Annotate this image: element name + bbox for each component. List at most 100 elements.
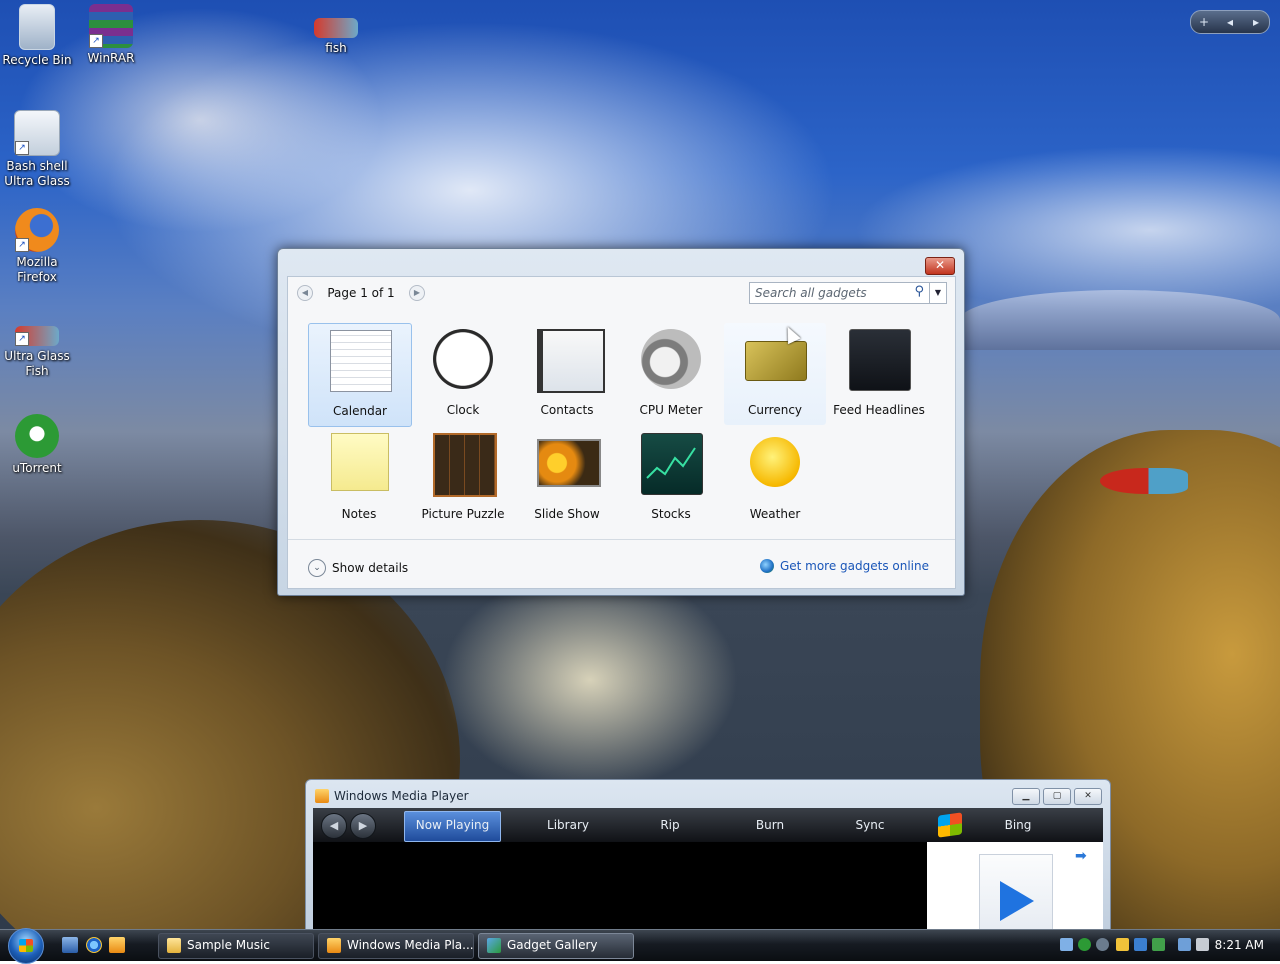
wallpaper-mountains (960, 290, 1280, 350)
tray-app-icon[interactable] (1134, 938, 1147, 951)
volume-muted-icon[interactable] (1196, 938, 1209, 951)
windows-flag-icon (938, 812, 962, 838)
start-button[interactable] (8, 928, 44, 964)
search-icon[interactable]: ⚲ (914, 284, 924, 299)
desktop-icon-label: Ultra Glass Fish (4, 349, 70, 378)
picture-puzzle-icon (433, 433, 497, 497)
gadget-name: Contacts (540, 403, 594, 417)
back-button[interactable]: ◀ (321, 813, 347, 839)
gadget-tile-calendar[interactable]: Calendar (308, 323, 412, 427)
tray-device-icon[interactable] (1060, 938, 1073, 951)
gadget-name: Stocks (651, 507, 691, 521)
close-button[interactable]: ✕ (925, 257, 955, 275)
show-desktop-icon[interactable] (62, 937, 78, 953)
pager: ◀ Page 1 of 1 ▶ (297, 282, 425, 304)
desktop-icon-firefox[interactable]: ↗ Mozilla Firefox (0, 208, 74, 285)
chevron-down-icon: ⌄ (308, 559, 326, 577)
desktop-icon-utorrent[interactable]: uTorrent (0, 414, 74, 476)
gadget-tile-weather[interactable]: Weather (724, 427, 826, 529)
notes-icon (331, 433, 389, 491)
tab-now-playing[interactable]: Now Playing (404, 811, 501, 842)
desktop-icon-recycle-bin[interactable]: Recycle Bin (0, 4, 74, 68)
footer-divider (288, 539, 955, 540)
media-player-quicklaunch-icon[interactable] (109, 937, 125, 953)
search-placeholder: Search all gadgets (755, 286, 867, 300)
tab-rip[interactable]: Rip (625, 808, 715, 842)
desktop-icon-fish[interactable]: fish (299, 4, 373, 56)
add-gadget-button[interactable]: + (1191, 15, 1217, 29)
utorrent-tray-icon[interactable] (1078, 938, 1091, 951)
play-icon (1000, 881, 1034, 921)
currency-icon (745, 341, 807, 381)
tab-library[interactable]: Library (518, 808, 618, 842)
gadget-name: Slide Show (534, 507, 600, 521)
gadget-tile-feed-headlines[interactable]: Feed Headlines (828, 323, 930, 425)
media-player-tab-bar: ◀ ▶ Now Playing Library Rip Burn Sync Bi… (313, 808, 1103, 842)
taskbar-item-label: Windows Media Pla... (347, 938, 474, 952)
forward-button[interactable]: ▶ (350, 813, 376, 839)
gadget-tile-contacts[interactable]: Contacts (516, 323, 618, 425)
search-input[interactable]: Search all gadgets ⚲ ▼ (749, 282, 947, 304)
video-area[interactable] (313, 842, 927, 940)
search-dropdown-button[interactable]: ▼ (929, 283, 946, 303)
tab-sync[interactable]: Sync (825, 808, 915, 842)
utorrent-icon (15, 414, 59, 458)
gadget-tile-picture-puzzle[interactable]: Picture Puzzle (412, 427, 514, 529)
media-player-icon (327, 938, 341, 953)
clock[interactable]: 8:21 AM (1215, 930, 1264, 961)
clock-icon (433, 329, 493, 389)
tab-bing[interactable]: Bing (973, 808, 1063, 842)
gadget-name: Notes (341, 507, 377, 521)
firefox-icon: ↗ (15, 208, 59, 252)
taskbar-item-label: Gadget Gallery (507, 938, 598, 952)
gadget-tile-notes[interactable]: Notes (308, 427, 410, 529)
gadget-tile-cpu-meter[interactable]: CPU Meter (620, 323, 722, 425)
shortcut-arrow-icon: ↗ (89, 34, 103, 48)
security-shield-icon[interactable] (1116, 938, 1129, 951)
windows-flag-icon (19, 939, 33, 952)
gadget-tile-stocks[interactable]: Stocks (620, 427, 722, 529)
gadget-name: CPU Meter (639, 403, 703, 417)
tab-burn[interactable]: Burn (725, 808, 815, 842)
media-player-side-panel: ➡ (927, 842, 1103, 940)
weather-sun-icon (750, 437, 800, 487)
play-button[interactable] (979, 854, 1053, 936)
taskbar-item-label: Sample Music (187, 938, 270, 952)
tray-app-icon[interactable] (1096, 938, 1109, 951)
stocks-line-icon (646, 447, 696, 479)
system-tray: 8:21 AM (1054, 930, 1280, 961)
gadget-tile-slide-show[interactable]: Slide Show (516, 427, 618, 529)
gadget-tile-clock[interactable]: Clock (412, 323, 514, 425)
slide-show-icon (537, 439, 601, 487)
tray-app-icon[interactable] (1152, 938, 1165, 951)
maximize-button[interactable]: ▢ (1043, 788, 1071, 805)
fish-desktop-gadget[interactable] (1100, 468, 1188, 494)
window-title: Windows Media Player (334, 789, 469, 803)
taskbar-item-media-player[interactable]: Windows Media Pla... (318, 933, 474, 959)
show-details-button[interactable]: ⌄ Show details (308, 559, 408, 577)
media-player-app-icon (315, 789, 329, 803)
next-page-button[interactable]: ▶ (409, 285, 425, 301)
previous-page-button[interactable]: ◀ (297, 285, 313, 301)
desktop-icon-bash-shell[interactable]: ↗ Bash shell Ultra Glass (0, 110, 74, 189)
network-icon[interactable] (1178, 938, 1191, 951)
previous-gadget-button[interactable]: ◂ (1217, 15, 1243, 29)
media-player-window: Windows Media Player ▁ ▢ ✕ ◀ ▶ Now Playi… (305, 779, 1111, 941)
desktop-icon-ultra-glass-fish[interactable]: ↗ Ultra Glass Fish (0, 312, 74, 379)
minimize-button[interactable]: ▁ (1012, 788, 1040, 805)
taskbar-item-sample-music[interactable]: Sample Music (158, 933, 314, 959)
gadget-tile-currency[interactable]: Currency (724, 323, 826, 425)
fish-icon (314, 18, 358, 38)
gadget-gallery-icon (487, 938, 501, 953)
next-gadget-button[interactable]: ▸ (1243, 15, 1269, 29)
close-button[interactable]: ✕ (1074, 788, 1102, 805)
gadget-name: Clock (446, 403, 480, 417)
internet-explorer-icon[interactable] (86, 937, 102, 953)
taskbar-item-gadget-gallery[interactable]: Gadget Gallery (478, 933, 634, 959)
desktop-icon-label: WinRAR (87, 51, 135, 65)
gadget-name: Weather (749, 507, 801, 521)
arrow-right-icon[interactable]: ➡ (1075, 848, 1087, 864)
get-more-gadgets-link[interactable]: Get more gadgets online (759, 559, 929, 573)
folder-icon (167, 938, 181, 953)
desktop-icon-winrar[interactable]: ↗ WinRAR (74, 4, 148, 66)
